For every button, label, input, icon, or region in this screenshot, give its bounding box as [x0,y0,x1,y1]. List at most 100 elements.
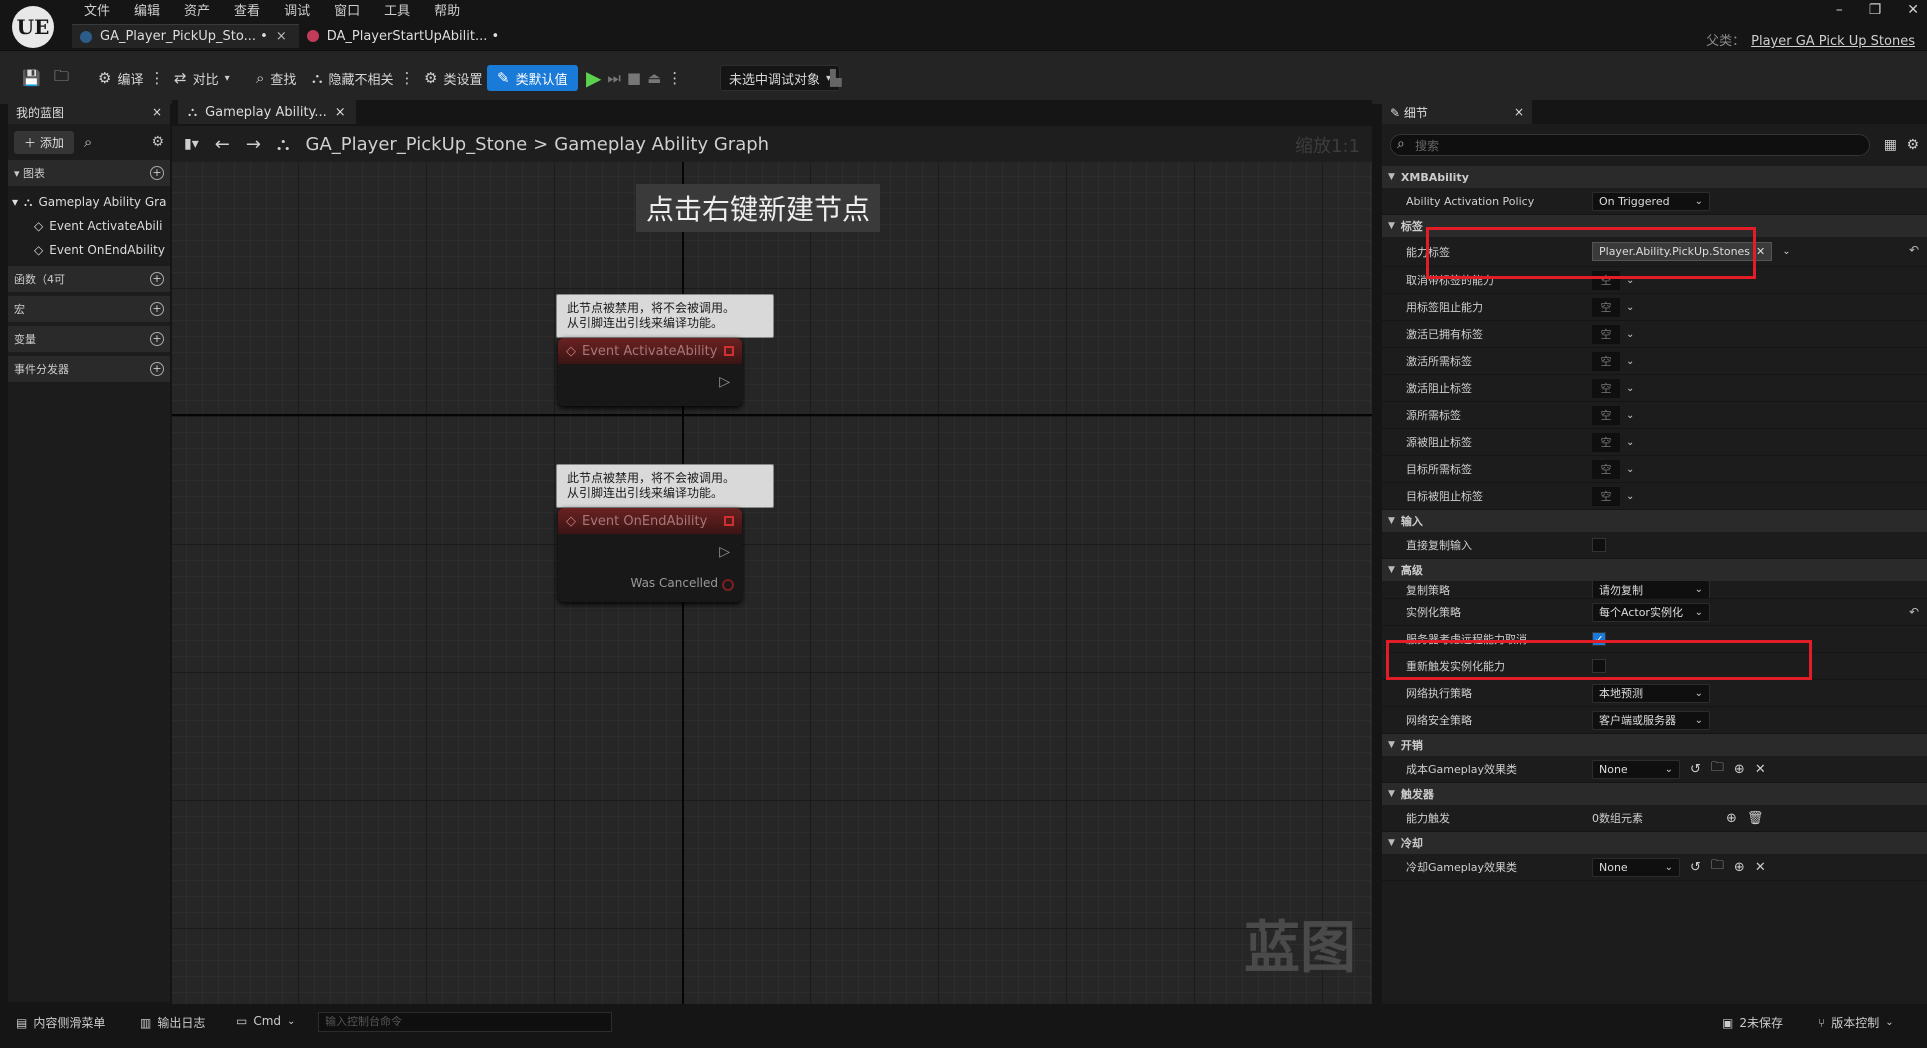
more-icon[interactable]: ⋮ [149,69,164,87]
restore-icon[interactable]: ❐ [1869,2,1882,18]
section-macros[interactable]: 宏 + [8,296,170,322]
parent-class-link[interactable]: Player GA Pick Up Stones [1751,34,1915,49]
unreal-logo-icon[interactable]: UE [12,6,54,48]
back-arrow-icon[interactable]: ← [215,134,230,155]
source-control-button[interactable]: ⑂ 版本控制 ⌄ [1818,1014,1894,1031]
chevron-down-icon[interactable]: ⌄ [1626,437,1634,448]
add-dispatcher-icon[interactable]: + [150,362,164,376]
menu-edit[interactable]: 编辑 [122,2,172,22]
my-blueprint-tab[interactable]: 我的蓝图 × [8,100,170,124]
hide-unrelated-button[interactable]: ⛬ 隐藏不相关 ⋮ [312,65,415,91]
menu-file[interactable]: 文件 [72,2,122,22]
bookmark-icon[interactable]: ▮▾ [184,136,199,152]
play-icon[interactable]: ▶ [586,66,601,90]
add-button[interactable]: ＋ 添加 [14,130,74,154]
section-graphs[interactable]: ▾ 图表 + [8,160,170,186]
add-element-icon[interactable]: ⊕ [1726,811,1737,826]
tab-gameplay-ability-graph[interactable]: ⛬ Gameplay Ability... × [178,100,356,124]
use-selected-icon[interactable]: ↺ [1690,762,1701,777]
step-icon[interactable]: ⏭ [607,69,621,87]
add-macro-icon[interactable]: + [150,302,164,316]
gameplay-tag-chip[interactable]: Player.Ability.PickUp.Stones ✕ [1592,242,1773,261]
add-function-icon[interactable]: + [150,272,164,286]
stop-icon[interactable]: ■ [627,69,641,87]
exec-pin-icon[interactable]: ▷ [719,374,730,390]
debug-target-dropdown[interactable]: 未选中调试对象 ▾ [720,65,841,91]
delete-icon[interactable]: 🗑 [1747,811,1764,826]
category-tags[interactable]: ▼ 标签 [1382,215,1927,237]
replication-policy-dropdown[interactable]: 请勿复制 ⌄ [1592,581,1710,598]
cooldown-effect-dropdown[interactable]: None ⌄ [1592,857,1680,877]
category-xmbability[interactable]: ▼ XMBAbility [1382,166,1927,188]
output-log-button[interactable]: ▥ 输出日志 [140,1014,205,1031]
eject-icon[interactable]: ⏏ [647,69,661,87]
tag-container-value[interactable]: 空 [1592,297,1620,317]
menu-window[interactable]: 窗口 [322,2,372,22]
browse-icon[interactable]: 🗀 [1711,856,1724,878]
add-icon[interactable]: ⊕ [1734,860,1745,875]
diff-button[interactable]: ⇄ 对比 ▾ [174,65,230,91]
node-event-activate-ability[interactable]: ◇ Event ActivateAbility ▷ [558,338,742,406]
compile-button[interactable]: ⚙ 编译 ⋮ [98,65,164,91]
add-variable-icon[interactable]: + [150,332,164,346]
chevron-down-icon[interactable]: ⌄ [1782,246,1790,257]
was-cancelled-pin[interactable]: Was Cancelled [630,576,734,591]
remove-tag-icon[interactable]: ✕ [1756,245,1765,258]
add-icon[interactable]: ⊕ [1734,762,1745,777]
category-input[interactable]: ▼ 输入 [1382,510,1927,532]
tag-container-value[interactable]: 空 [1592,324,1620,344]
unsaved-button[interactable]: ▣ 2未保存 [1722,1014,1783,1031]
category-cooldowns[interactable]: ▼ 冷却 [1382,832,1927,854]
class-settings-button[interactable]: ⚙ 类设置 [424,65,482,91]
section-functions[interactable]: 函数（4可 + [8,266,170,292]
exec-pin-icon[interactable]: ▷ [719,544,730,560]
tag-container-value[interactable]: 空 [1592,351,1620,371]
tag-container-value[interactable]: 空 [1592,378,1620,398]
cost-effect-dropdown[interactable]: None ⌄ [1592,759,1680,779]
instancing-policy-dropdown[interactable]: 每个Actor实例化 ⌄ [1592,602,1710,622]
close-icon[interactable]: × [276,29,287,44]
net-exec-policy-dropdown[interactable]: 本地预测 ⌄ [1592,683,1710,703]
table-view-icon[interactable]: ▦ [1884,137,1897,153]
chevron-down-icon[interactable]: ⌄ [1626,275,1634,286]
close-icon[interactable]: × [152,105,162,119]
chevron-down-icon[interactable]: ⌄ [1626,410,1634,421]
category-costs[interactable]: ▼ 开销 [1382,734,1927,756]
browse-icon[interactable]: 🗀 [1711,758,1724,780]
category-triggers[interactable]: ▼ 触发器 [1382,783,1927,805]
tree-item-event-onend[interactable]: ◇ Event OnEndAbility [8,238,170,262]
clear-icon[interactable]: ✕ [1755,762,1766,777]
reset-to-default-icon[interactable]: ↶ [1909,243,1919,257]
node-event-onend-ability[interactable]: ◇ Event OnEndAbility ▷ Was Cancelled [558,508,742,602]
close-icon[interactable]: × [335,105,346,120]
debug-filter-button[interactable]: ▙ [830,65,842,91]
search-icon[interactable]: ⌕ [84,133,92,151]
chevron-down-icon[interactable]: ⌄ [1626,383,1634,394]
tree-item-gameplay-ability-graph[interactable]: ▾ ⛬ Gameplay Ability Gra [8,190,170,214]
console-input[interactable]: 输入控制台命令 [318,1012,612,1032]
tab-da-player-startup[interactable]: DA_PlayerStartUpAbilit... • [299,24,511,48]
menu-help[interactable]: 帮助 [422,2,472,22]
category-advanced[interactable]: ▼ 高级 [1382,559,1927,581]
tab-ga-player-pickup[interactable]: GA_Player_PickUp_Sto... • × [72,24,299,48]
section-variables[interactable]: 变量 + [8,326,170,352]
chevron-down-icon[interactable]: ⌄ [1626,464,1634,475]
more-icon[interactable]: ⋮ [400,69,415,87]
tag-container-value[interactable]: 空 [1592,405,1620,425]
chevron-down-icon[interactable]: ⌄ [1626,356,1634,367]
chevron-down-icon[interactable]: ⌄ [1626,302,1634,313]
close-window-icon[interactable]: ✕ [1907,2,1919,18]
section-dispatchers[interactable]: 事件分发器 + [8,356,170,382]
checkbox[interactable] [1592,659,1606,673]
find-button[interactable]: ⌕ 查找 [256,65,296,91]
forward-arrow-icon[interactable]: → [246,134,261,155]
menu-tools[interactable]: 工具 [372,2,422,22]
more-icon[interactable]: ⋮ [667,69,682,87]
breadcrumb-root[interactable]: GA_Player_PickUp_Stone [306,134,528,155]
checkbox[interactable] [1592,538,1606,552]
close-icon[interactable]: × [1514,105,1524,119]
content-drawer-button[interactable]: ▤ 内容侧滑菜单 [16,1014,105,1031]
cmd-dropdown[interactable]: ▭ Cmd ⌄ [236,1014,295,1028]
breadcrumb-leaf[interactable]: Gameplay Ability Graph [554,134,769,155]
delegate-pin[interactable] [724,516,734,526]
